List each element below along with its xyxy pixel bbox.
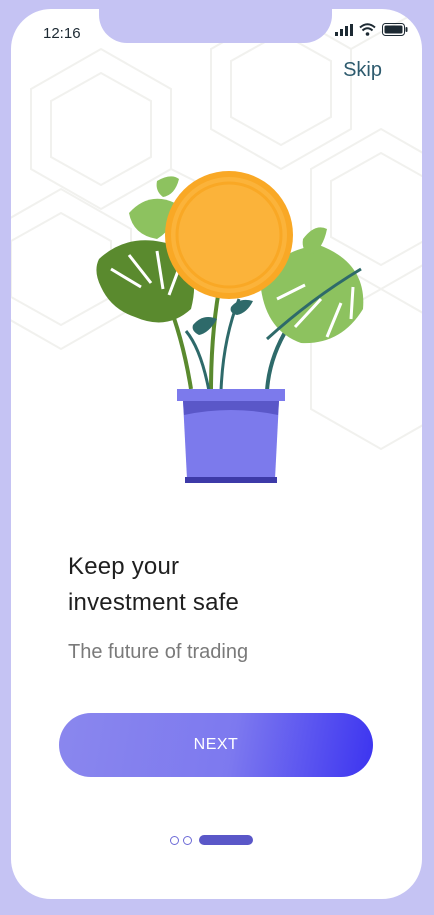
wifi-icon xyxy=(359,23,376,36)
status-time: 12:16 xyxy=(43,25,81,42)
battery-icon xyxy=(382,23,408,36)
skip-button[interactable]: Skip xyxy=(343,59,382,82)
next-button[interactable]: NEXT xyxy=(59,713,373,777)
device-notch xyxy=(99,9,332,43)
page-subtitle: The future of trading xyxy=(68,641,249,663)
page-dot-active[interactable] xyxy=(199,835,253,845)
page-title: Keep your investment safe xyxy=(68,549,368,621)
page-dot-1[interactable] xyxy=(170,835,179,845)
title-line-2: investment safe xyxy=(68,589,240,616)
title-line-1: Keep your xyxy=(68,553,180,580)
status-icons xyxy=(335,23,408,36)
page-dot-2[interactable] xyxy=(183,835,192,845)
pagination-indicator xyxy=(170,835,253,845)
coin-plant-illustration xyxy=(96,171,364,483)
phone-screen: 12:16 Skip Keep your investment safe The… xyxy=(11,9,422,899)
signal-icon xyxy=(335,23,353,36)
